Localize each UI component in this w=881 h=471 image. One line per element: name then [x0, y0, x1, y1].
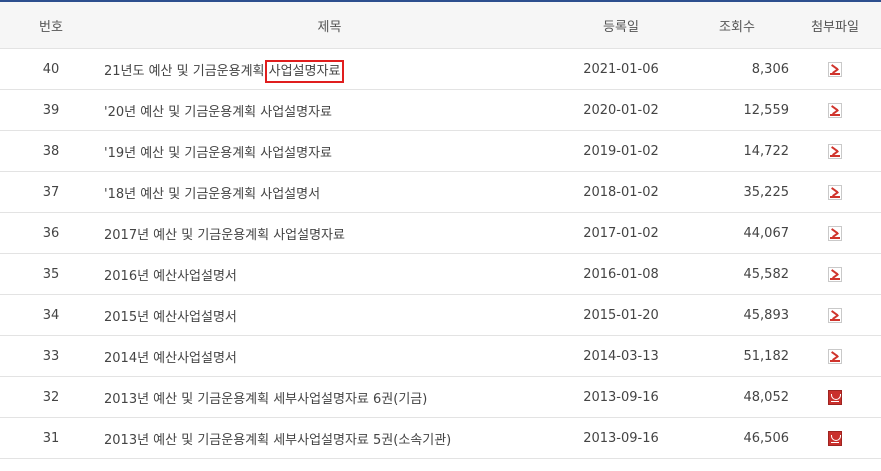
row-attachment-cell	[789, 266, 881, 282]
header-views: 조회수	[719, 19, 755, 35]
table-row: 37 '18년 예산 및 기금운용계획 사업설명서 2018-01-02 35,225	[0, 172, 881, 213]
row-date: 2017-01-02	[583, 225, 659, 241]
row-title-link[interactable]: '20년 예산 및 기금운용계획 사업설명자료	[104, 105, 332, 120]
row-title-cell: 2015년 예산사업설명서	[102, 306, 557, 325]
row-date: 2013-09-16	[583, 430, 659, 446]
table-row: 38 '19년 예산 및 기금운용계획 사업설명자료 2019-01-02 14,72…	[0, 131, 881, 172]
pdf-icon[interactable]	[828, 348, 842, 364]
row-title-text: 2015년 예산사업설명서	[104, 309, 237, 325]
row-title-link[interactable]: 2014년 예산사업설명서	[104, 351, 237, 366]
pdf-icon[interactable]	[828, 143, 842, 159]
pdf-icon[interactable]	[828, 266, 842, 282]
row-title-text: 2014년 예산사업설명서	[104, 350, 237, 366]
row-title-cell: '18년 예산 및 기금운용계획 사업설명서	[102, 183, 557, 202]
row-title-link[interactable]: '18년 예산 및 기금운용계획 사업설명서	[104, 187, 320, 202]
row-title-link[interactable]: 2013년 예산 및 기금운용계획 세부사업설명자료 5권(소속기관)	[104, 433, 451, 448]
row-views: 51,182	[743, 348, 790, 364]
pdf-icon[interactable]	[828, 102, 842, 118]
row-attachment-cell	[789, 225, 881, 241]
row-date: 2018-01-02	[583, 184, 659, 200]
table-body: 40 21년도 예산 및 기금운용계획 사업설명자료 2021-01-06 8,306…	[0, 49, 881, 459]
row-title-text: 2013년 예산 및 기금운용계획 세부사업설명자료 6권(기금)	[104, 391, 428, 407]
table-row: 32 2013년 예산 및 기금운용계획 세부사업설명자료 6권(기금) 2013-…	[0, 377, 881, 418]
row-title-text: '18년 예산 및 기금운용계획 사업설명서	[104, 186, 321, 202]
row-number: 34	[42, 307, 60, 323]
row-title-cell: 2016년 예산사업설명서	[102, 265, 557, 284]
hwp-icon[interactable]	[828, 389, 842, 405]
row-views: 48,052	[743, 389, 790, 405]
table-row: 39 '20년 예산 및 기금운용계획 사업설명자료 2020-01-02 12,55…	[0, 90, 881, 131]
row-title-text: '20년 예산 및 기금운용계획 사업설명자료	[104, 104, 333, 120]
row-views: 45,893	[743, 307, 790, 323]
row-title-link[interactable]: 2015년 예산사업설명서	[104, 310, 237, 325]
table-row: 35 2016년 예산사업설명서 2016-01-08 45,582	[0, 254, 881, 295]
row-title-link[interactable]: '19년 예산 및 기금운용계획 사업설명자료	[104, 146, 332, 161]
row-title-highlight: 사업설명자료	[264, 59, 345, 83]
table-row: 40 21년도 예산 및 기금운용계획 사업설명자료 2021-01-06 8,306	[0, 49, 881, 90]
row-number: 32	[42, 389, 60, 405]
table-row: 33 2014년 예산사업설명서 2014-03-13 51,182	[0, 336, 881, 377]
row-number: 39	[42, 102, 60, 118]
row-title-cell: 2013년 예산 및 기금운용계획 세부사업설명자료 6권(기금)	[102, 388, 557, 407]
row-views: 12,559	[743, 102, 790, 118]
row-views: 45,582	[743, 266, 790, 282]
row-attachment-cell	[789, 143, 881, 159]
board-table: 번호 제목 등록일 조회수 첨부파일 40 21년도 예산 및 기금운용계획 사업…	[0, 0, 881, 459]
row-date: 2019-01-02	[583, 143, 659, 159]
row-attachment-cell	[789, 348, 881, 364]
row-title-cell: '19년 예산 및 기금운용계획 사업설명자료	[102, 142, 557, 161]
hwp-icon[interactable]	[828, 430, 842, 446]
pdf-icon[interactable]	[828, 61, 842, 77]
row-date: 2021-01-06	[583, 61, 659, 77]
row-title-link[interactable]: 21년도 예산 및 기금운용계획 사업설명자료	[104, 59, 345, 83]
row-attachment-cell	[789, 102, 881, 118]
table-header: 번호 제목 등록일 조회수 첨부파일	[0, 2, 881, 49]
row-attachment-cell	[789, 307, 881, 323]
row-views: 8,306	[751, 61, 789, 77]
row-views: 35,225	[743, 184, 790, 200]
row-title-text: 2017년 예산 및 기금운용계획 사업설명자료	[104, 227, 345, 243]
row-date: 2015-01-20	[583, 307, 659, 323]
row-date: 2020-01-02	[583, 102, 659, 118]
row-number: 38	[42, 143, 60, 159]
row-number: 35	[42, 266, 60, 282]
row-views: 46,506	[743, 430, 790, 446]
row-number: 36	[42, 225, 60, 241]
table-row: 31 2013년 예산 및 기금운용계획 세부사업설명자료 5권(소속기관) 201…	[0, 418, 881, 459]
row-number: 33	[42, 348, 60, 364]
row-date: 2014-03-13	[583, 348, 659, 364]
row-title-text: 2016년 예산사업설명서	[104, 268, 237, 284]
row-views: 14,722	[743, 143, 790, 159]
header-title: 제목	[317, 19, 342, 35]
row-title-cell: 2013년 예산 및 기금운용계획 세부사업설명자료 5권(소속기관)	[102, 429, 557, 448]
row-title-cell: '20년 예산 및 기금운용계획 사업설명자료	[102, 101, 557, 120]
row-title-link[interactable]: 2016년 예산사업설명서	[104, 269, 237, 284]
pdf-icon[interactable]	[828, 184, 842, 200]
row-title-link[interactable]: 2013년 예산 및 기금운용계획 세부사업설명자료 6권(기금)	[104, 392, 427, 407]
pdf-icon[interactable]	[828, 225, 842, 241]
row-number: 37	[42, 184, 60, 200]
row-title-cell: 2017년 예산 및 기금운용계획 사업설명자료	[102, 224, 557, 243]
row-attachment-cell	[789, 430, 881, 446]
row-title-cell: 2014년 예산사업설명서	[102, 347, 557, 366]
row-number: 31	[42, 430, 60, 446]
pdf-icon[interactable]	[828, 307, 842, 323]
row-views: 44,067	[743, 225, 790, 241]
header-date: 등록일	[603, 19, 639, 35]
row-title-text: 2013년 예산 및 기금운용계획 세부사업설명자료 5권(소속기관)	[104, 432, 452, 448]
header-no: 번호	[39, 19, 63, 35]
table-row: 34 2015년 예산사업설명서 2015-01-20 45,893	[0, 295, 881, 336]
row-title-link[interactable]: 2017년 예산 및 기금운용계획 사업설명자료	[104, 228, 345, 243]
row-attachment-cell	[789, 389, 881, 405]
row-title-text: '19년 예산 및 기금운용계획 사업설명자료	[104, 145, 333, 161]
row-date: 2016-01-08	[583, 266, 659, 282]
row-attachment-cell	[789, 61, 881, 77]
header-file: 첨부파일	[811, 19, 859, 35]
row-number: 40	[42, 61, 60, 77]
row-attachment-cell	[789, 184, 881, 200]
table-row: 36 2017년 예산 및 기금운용계획 사업설명자료 2017-01-02 44,0…	[0, 213, 881, 254]
row-date: 2013-09-16	[583, 389, 659, 405]
row-title-cell: 21년도 예산 및 기금운용계획 사업설명자료	[102, 59, 557, 83]
row-title-text: 21년도 예산 및 기금운용계획	[104, 63, 269, 79]
